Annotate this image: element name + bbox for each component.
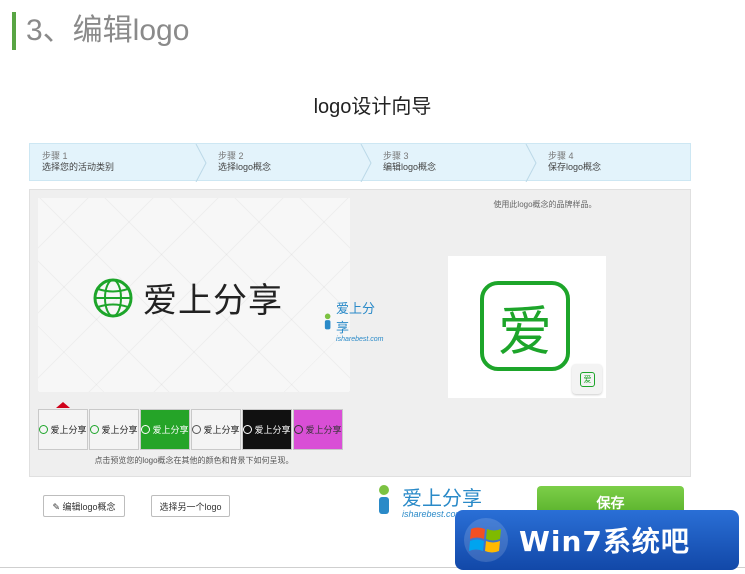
- step-label: 选择logo概念: [218, 162, 272, 172]
- section-heading: 3、编辑logo: [12, 12, 189, 50]
- variant-thumb[interactable]: 爱上分享: [140, 409, 190, 450]
- watermark-en: isharebest.com: [336, 336, 384, 343]
- step-label: 选择您的活动类别: [42, 162, 115, 172]
- variant-thumb[interactable]: 爱上分享: [89, 409, 139, 450]
- step-label: 保存logo概念: [548, 162, 602, 172]
- person-icon: [324, 313, 331, 329]
- mini-icon-char: 爱: [580, 372, 595, 387]
- windows-logo-icon: [464, 518, 508, 562]
- choose-another-logo-button[interactable]: 选择另一个logo: [151, 495, 230, 517]
- step-divider-icon: [525, 144, 537, 182]
- variant-hint: 点击预览您的logo概念在其他的颜色和背景下如何呈现。: [94, 456, 294, 465]
- pencil-icon: ✎: [52, 502, 63, 512]
- step-2[interactable]: 步骤 2 选择logo概念: [218, 151, 271, 173]
- variant-thumb[interactable]: 爱上分享: [38, 409, 88, 450]
- app-icon-sample: 爱: [480, 281, 570, 371]
- logo-preview: 爱上分享 爱上分享 isharebest.com: [38, 198, 384, 392]
- step-3[interactable]: 步骤 3 编辑logo概念: [383, 151, 436, 173]
- globe-icon: [294, 425, 304, 434]
- variant-label: 爱上分享: [254, 425, 291, 435]
- sample-hint: 使用此logo概念的品牌样品。: [493, 200, 597, 209]
- variant-label: 爱上分享: [101, 425, 138, 435]
- globe-icon: [243, 425, 253, 434]
- person-icon: [379, 485, 389, 514]
- step-number: 步骤 1: [42, 151, 68, 161]
- preview-logo: 爱上分享: [93, 273, 283, 322]
- brand-sample: 爱 爱: [448, 256, 606, 398]
- badge-text: Win7系统吧: [519, 525, 690, 558]
- globe-icon: [141, 425, 151, 434]
- variant-thumb[interactable]: 爱上分享: [293, 409, 343, 450]
- step-divider-icon: [195, 144, 207, 182]
- step-1[interactable]: 步骤 1 选择您的活动类别: [42, 151, 114, 173]
- variant-thumb[interactable]: 爱上分享: [191, 409, 241, 450]
- step-number: 步骤 4: [548, 151, 574, 161]
- watermark-cn: 爱上分享: [336, 301, 376, 335]
- variant-thumb[interactable]: 爱上分享: [242, 409, 292, 450]
- watermark-brand: 爱上分享 isharebest.com: [323, 298, 384, 343]
- preview-logo-text: 爱上分享: [143, 281, 283, 321]
- step-4[interactable]: 步骤 4 保存logo概念: [548, 151, 601, 173]
- edit-logo-label: 编辑logo概念: [62, 502, 116, 512]
- step-number: 步骤 3: [383, 151, 409, 161]
- globe-icon: [93, 278, 133, 317]
- edit-logo-button[interactable]: ✎ 编辑logo概念: [43, 495, 125, 517]
- editor-panel: 爱上分享 爱上分享 isharebest.com 使用此logo概念的品牌样品。…: [29, 189, 691, 477]
- variant-label: 爱上分享: [152, 425, 189, 435]
- variant-label: 爱上分享: [50, 425, 87, 435]
- footer-brand-cn: 爱上分享: [402, 488, 482, 510]
- step-number: 步骤 2: [218, 151, 244, 161]
- variant-label: 爱上分享: [305, 425, 342, 435]
- globe-icon: [192, 425, 202, 434]
- globe-icon: [39, 425, 49, 434]
- mini-icon-sample: 爱: [572, 364, 602, 394]
- step-divider-icon: [360, 144, 372, 182]
- selected-marker-icon: [56, 402, 70, 408]
- wizard-title: logo设计向导: [313, 96, 432, 118]
- variant-label: 爱上分享: [203, 425, 240, 435]
- wizard-steps: 步骤 1 选择您的活动类别 步骤 2 选择logo概念 步骤 3 编辑logo概…: [29, 143, 691, 182]
- globe-icon: [90, 425, 100, 434]
- win7-badge: Win7系统吧: [455, 510, 739, 570]
- step-label: 编辑logo概念: [383, 162, 437, 172]
